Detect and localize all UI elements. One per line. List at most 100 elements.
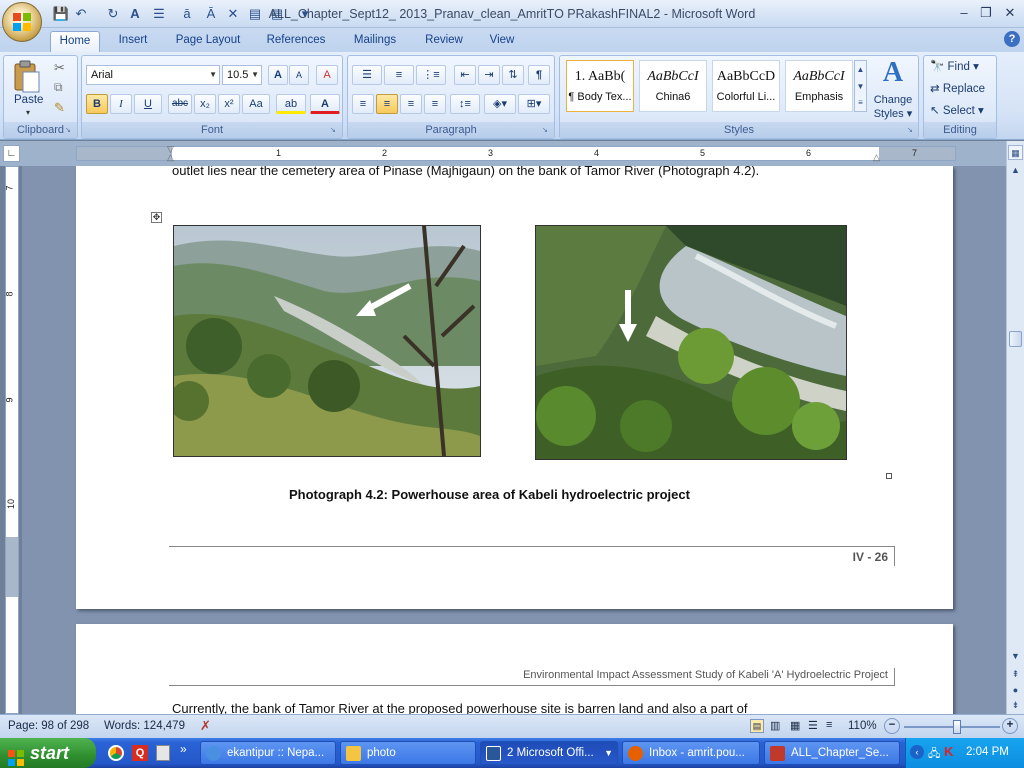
strikethrough-button[interactable]: abc [168, 94, 192, 114]
style-emphasis[interactable]: AaBbCcI Emphasis [785, 60, 853, 112]
font-size-dropdown-icon[interactable]: ▼ [251, 66, 259, 84]
bullets-button[interactable]: ☰ [352, 65, 382, 85]
grow-font-button[interactable]: A [268, 65, 288, 85]
underline-button[interactable]: U [134, 94, 162, 114]
zoom-slider-thumb[interactable] [952, 720, 961, 734]
quicklaunch-more-icon[interactable]: » [180, 742, 187, 756]
style-body-text[interactable]: 1. AaBb(¶ Body Tex... [566, 60, 634, 112]
format2-icon[interactable]: Ā [202, 5, 220, 23]
doc-icon[interactable]: ▤ [246, 5, 264, 23]
table-move-handle-icon[interactable]: ✥ [151, 212, 162, 223]
sort-button[interactable]: ⇅ [502, 65, 524, 85]
draft-icon[interactable]: ≡ [826, 719, 832, 731]
numbering-button[interactable]: ≡ [384, 65, 414, 85]
group-dropdown-icon[interactable]: ▼ [604, 742, 613, 764]
align-left-button[interactable]: ≡ [352, 94, 374, 114]
styles-down-icon[interactable]: ▼ [855, 78, 866, 95]
zoom-level[interactable]: 110% [848, 720, 877, 732]
tab-page-layout[interactable]: Page Layout [170, 31, 246, 52]
scroll-up-icon[interactable]: ▲ [1008, 163, 1023, 178]
restore-button[interactable]: ❐ [974, 4, 998, 22]
vertical-scrollbar[interactable]: ▦ ▲ ▼ ⇞ ● ⇟ [1006, 141, 1024, 714]
clipboard-expand-icon[interactable]: ↘ [65, 126, 74, 135]
page-count[interactable]: Page: 98 of 298 [8, 720, 89, 732]
font-color-button[interactable]: A [310, 94, 340, 114]
styles-expand-icon[interactable]: ↘ [907, 126, 916, 135]
qat-more-icon[interactable]: ▾ [296, 5, 314, 23]
tray-expand-icon[interactable]: ‹ [910, 745, 924, 759]
bold-button[interactable]: B [86, 94, 108, 114]
align-center-button[interactable]: ≡ [376, 94, 398, 114]
antivirus-icon[interactable]: K [944, 744, 953, 759]
justify-button[interactable]: ≡ [424, 94, 446, 114]
word-count[interactable]: Words: 124,479 [104, 720, 185, 732]
font-expand-icon[interactable]: ↘ [330, 126, 339, 135]
save-icon[interactable]: 💾 [52, 5, 70, 23]
photograph-left[interactable] [173, 225, 481, 457]
styles-more-icon[interactable]: ≡ [855, 95, 866, 111]
tab-selector-icon[interactable]: ∟ [3, 145, 20, 162]
previous-page-icon[interactable]: ⇞ [1008, 667, 1023, 682]
zoom-in-button[interactable]: + [1002, 718, 1018, 734]
print-layout-icon[interactable]: ▤ [750, 719, 764, 733]
tab-references[interactable]: References [260, 31, 332, 52]
multilevel-list-button[interactable]: ⋮≡ [416, 65, 446, 85]
tab-view[interactable]: View [482, 31, 522, 52]
italic-button[interactable]: I [110, 94, 132, 114]
resize-handle-icon[interactable] [886, 473, 892, 479]
styles-up-icon[interactable]: ▲ [855, 61, 866, 78]
document-area[interactable]: outlet lies near the cemetery area of Pi… [22, 166, 1006, 714]
show-hide-button[interactable]: ¶ [528, 65, 550, 85]
horizontal-ruler[interactable]: 1 2 3 4 5 6 7 ▽ △ △ [76, 144, 956, 162]
taskbar-item-firefox[interactable]: Inbox - amrit.pou... [622, 741, 760, 765]
undo-icon[interactable]: ↶ [72, 5, 90, 23]
font-name-combo[interactable]: Arial ▼ [86, 65, 220, 85]
subscript-button[interactable]: x₂ [194, 94, 216, 114]
decrease-indent-button[interactable]: ⇤ [454, 65, 476, 85]
hanging-indent-marker[interactable]: △ [167, 152, 177, 162]
find-button[interactable]: 🔭 Find ▾ [930, 59, 979, 73]
borders-button[interactable]: ⊞▾ [518, 94, 550, 114]
doc2-icon[interactable]: ▤ [268, 5, 286, 23]
network-icon[interactable]: 🖧 [928, 745, 940, 764]
taskbar-item-pdf[interactable]: ALL_Chapter_Se... [764, 741, 900, 765]
tab-insert[interactable]: Insert [110, 31, 156, 52]
view-ruler-icon[interactable]: ▦ [1008, 145, 1023, 160]
page-99[interactable]: Environmental Impact Assessment Study of… [76, 624, 953, 714]
clock[interactable]: 2:04 PM [966, 746, 1009, 758]
superscript-button[interactable]: x² [218, 94, 240, 114]
format-icon[interactable]: ā [178, 5, 196, 23]
clear-format-icon[interactable]: ✕ [224, 5, 242, 23]
outline-icon[interactable]: ☰ [808, 719, 818, 732]
scroll-thumb[interactable] [1009, 331, 1022, 347]
photograph-right[interactable] [535, 225, 847, 460]
tab-mailings[interactable]: Mailings [346, 31, 404, 52]
browse-object-icon[interactable]: ● [1008, 683, 1023, 698]
font-size-combo[interactable]: 10.5 ▼ [222, 65, 262, 85]
web-layout-icon[interactable]: ▦ [790, 719, 800, 732]
paste-icon[interactable] [12, 60, 42, 94]
change-styles-button[interactable]: Change [866, 94, 920, 106]
highlight-button[interactable]: ab [276, 94, 306, 114]
vertical-ruler[interactable]: 7 8 9 10 [5, 166, 19, 714]
help-icon[interactable]: ? [1004, 31, 1020, 47]
office-button[interactable] [2, 2, 42, 42]
increase-indent-button[interactable]: ⇥ [478, 65, 500, 85]
redo-icon[interactable]: ↻ [104, 5, 122, 23]
next-page-icon[interactable]: ⇟ [1008, 698, 1023, 713]
cut-icon[interactable]: ✂ [54, 60, 65, 76]
tab-home[interactable]: Home [50, 31, 100, 52]
align-right-button[interactable]: ≡ [400, 94, 422, 114]
page-98[interactable]: outlet lies near the cemetery area of Pi… [76, 166, 953, 609]
proofing-icon[interactable]: ✗ [200, 718, 211, 734]
change-case-button[interactable]: Aa [242, 94, 270, 114]
change-styles-button-line2[interactable]: Styles ▾ [866, 107, 920, 120]
style-colorful-list[interactable]: AaBbCcD Colorful Li... [712, 60, 780, 112]
q-quicklaunch-icon[interactable]: Q [132, 745, 148, 761]
photo-caption[interactable]: Photograph 4.2: Powerhouse area of Kabel… [289, 487, 690, 502]
right-indent-marker[interactable]: △ [873, 152, 883, 162]
close-button[interactable]: ✕ [998, 4, 1022, 22]
shading-button[interactable]: ◈▾ [484, 94, 516, 114]
first-line-indent-marker[interactable]: ▽ [167, 144, 177, 154]
toolbar-icon[interactable]: ☰ [150, 5, 168, 23]
